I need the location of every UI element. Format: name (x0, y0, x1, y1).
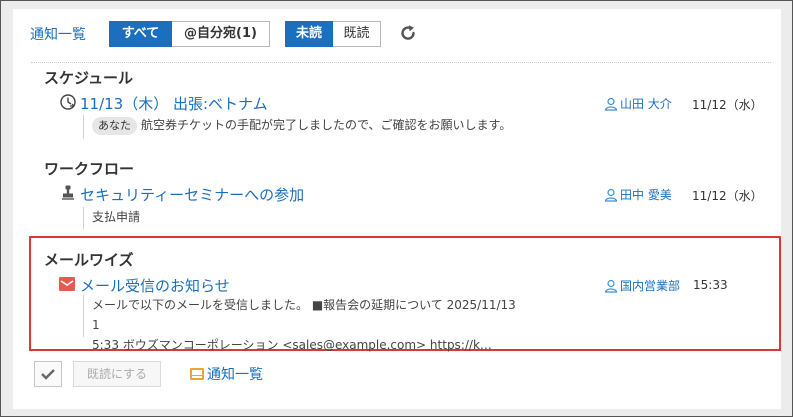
notification-date: 15:33 (693, 278, 728, 292)
mail-icon (58, 275, 76, 293)
select-all-checkbox[interactable] (34, 361, 62, 387)
user-icon (604, 188, 618, 202)
notification-text-line: メールで以下のメールを受信しました。 ■報告会の延期について 2025/11/1… (92, 298, 516, 332)
mention-badge: あなた (92, 117, 137, 135)
notification-body: メールで以下のメールを受信しました。 ■報告会の延期について 2025/11/1… (83, 295, 523, 352)
toolbar: 通知一覧 すべて @自分宛(1) 未読 既読 (13, 9, 781, 59)
workflow-stamp-icon (59, 184, 77, 202)
workflow-notification-link[interactable]: セキュリティーセミナーへの参加 (80, 184, 304, 205)
sender-name: 国内営業部 (620, 279, 681, 293)
notification-panel: 通知一覧 すべて @自分宛(1) 未読 既読 スケジュール 11/13（木） 出… (13, 9, 781, 409)
section-title: メールワイズ (44, 251, 134, 269)
sender-link[interactable]: 山田 大介 (604, 95, 672, 112)
divider (31, 62, 771, 63)
notification-list-icon (190, 368, 204, 380)
schedule-notification-link[interactable]: 11/13（木） 出張:ベトナム (80, 93, 268, 114)
user-icon (604, 279, 618, 293)
mark-read-button[interactable]: 既読にする (73, 361, 161, 387)
filter-mentions-button[interactable]: @自分宛(1) (172, 21, 270, 47)
recipient-filter: すべて @自分宛(1) (109, 21, 270, 47)
sender-link[interactable]: 国内営業部 (604, 277, 680, 294)
notification-list-footer-link[interactable]: 通知一覧 (189, 364, 263, 384)
schedule-clock-icon (59, 93, 77, 111)
notification-date: 11/12（水） (692, 98, 763, 112)
window-frame: 通知一覧 すべて @自分宛(1) 未読 既読 スケジュール 11/13（木） 出… (0, 0, 793, 417)
notification-body: あなた 航空券チケットの手配が完了しましたので、ご確認をお願いします。 (83, 115, 603, 139)
notification-list-link[interactable]: 通知一覧 (30, 24, 86, 44)
section-title: ワークフロー (44, 160, 135, 178)
mail-notification-link[interactable]: メール受信のお知らせ (80, 275, 230, 296)
notification-text: 支払申請 (92, 210, 141, 224)
notification-text: 航空券チケットの手配が完了しましたので、ご確認をお願いします。 (141, 118, 512, 132)
footer-actions: 既読にする 通知一覧 (13, 359, 781, 399)
section-title: スケジュール (44, 69, 133, 87)
sender-name: 田中 愛美 (620, 188, 672, 202)
notification-body: 支払申請 (83, 207, 603, 229)
filter-unread-button[interactable]: 未読 (285, 21, 333, 47)
notification-date: 11/12（水） (692, 189, 763, 203)
sender-name: 山田 大介 (620, 97, 672, 111)
notification-text-line: 5:33 ボウズマンコーポレーション <sales@example.com> h… (92, 338, 492, 352)
user-icon (604, 97, 618, 111)
filter-all-button[interactable]: すべて (109, 21, 172, 47)
footer-link-label: 通知一覧 (207, 367, 263, 383)
sender-link[interactable]: 田中 愛美 (604, 186, 672, 203)
check-icon (41, 369, 55, 380)
refresh-icon[interactable] (398, 23, 418, 43)
read-status-filter: 未読 既読 (285, 21, 381, 47)
filter-read-button[interactable]: 既読 (333, 21, 381, 47)
